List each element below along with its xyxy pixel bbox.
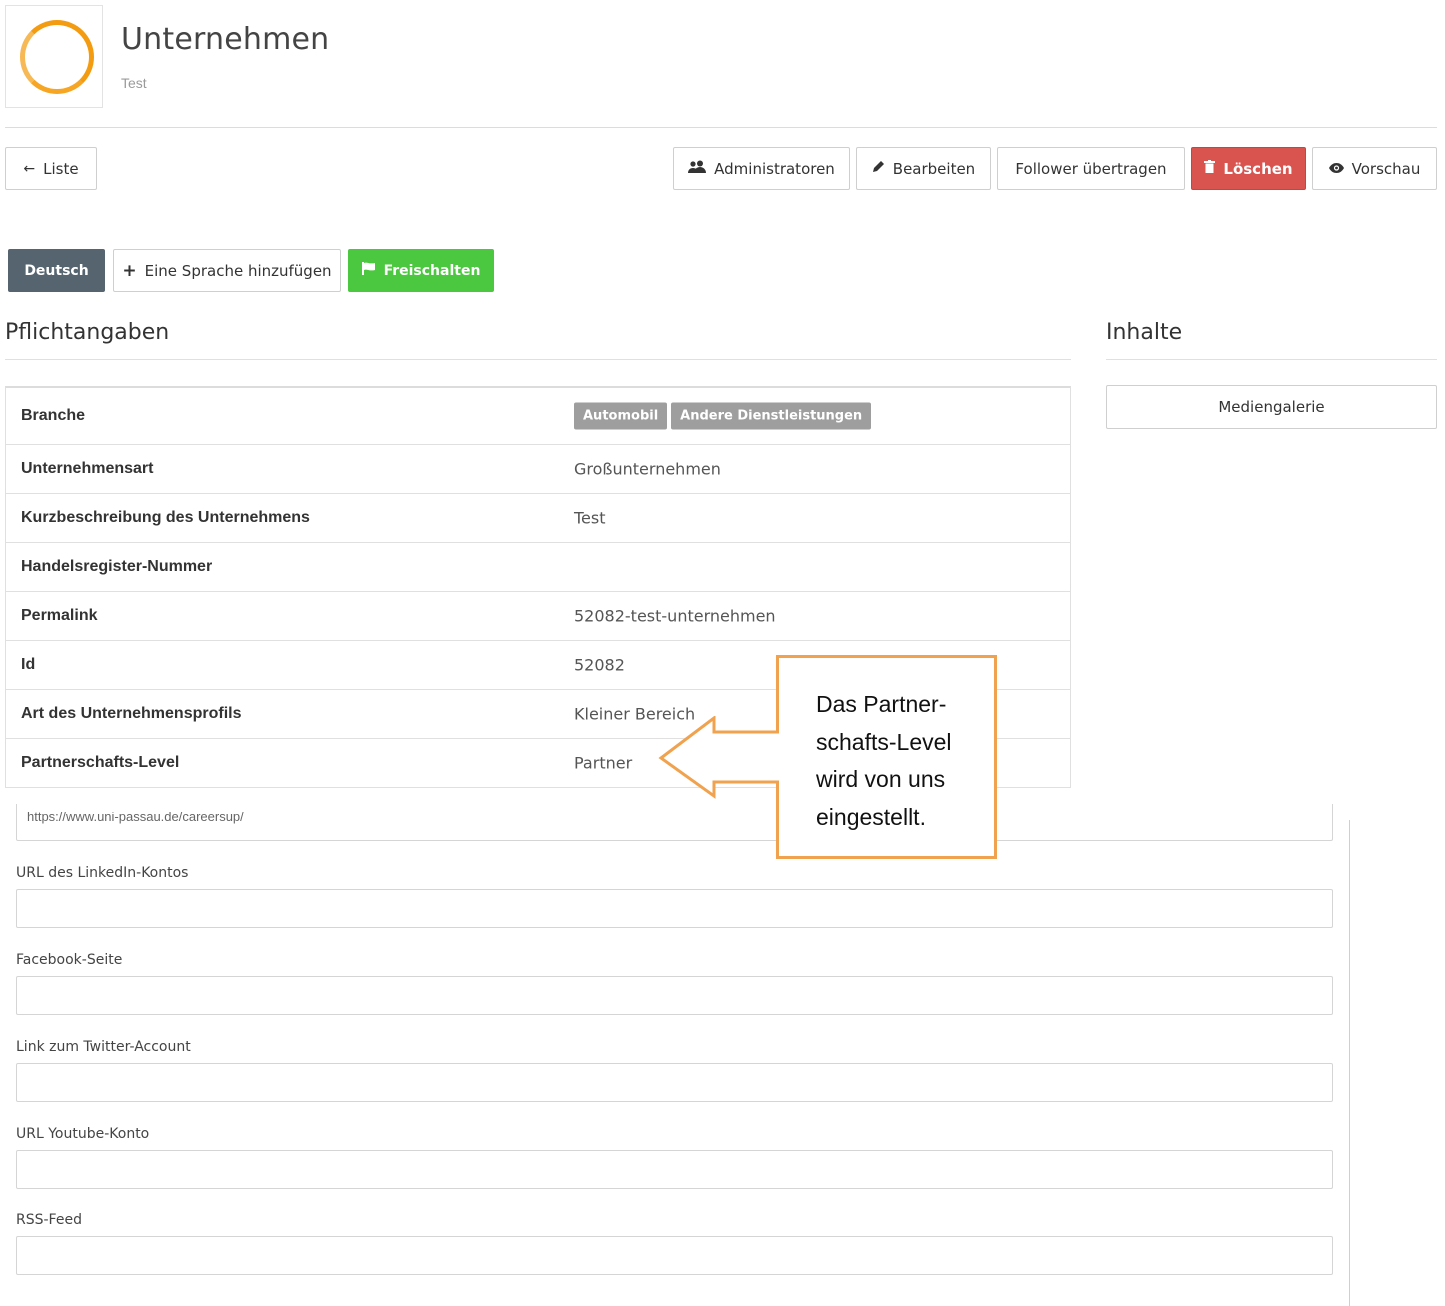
- row-label: Permalink: [21, 607, 98, 624]
- linkedin-url-input[interactable]: [16, 889, 1333, 928]
- plus-icon: +: [122, 260, 137, 281]
- facebook-page-input[interactable]: [16, 976, 1333, 1015]
- table-row: Kurzbeschreibung des Unternehmens Test: [6, 493, 1070, 542]
- row-label: Handelsregister-Nummer: [21, 558, 213, 575]
- row-label-branche: Branche: [21, 407, 86, 424]
- callout-line: Das Partner-: [816, 691, 947, 717]
- row-label: Unternehmensart: [21, 460, 154, 477]
- media-gallery-button[interactable]: Mediengalerie: [1106, 385, 1437, 429]
- back-to-list-button[interactable]: ← Liste: [5, 147, 97, 190]
- trash-icon: [1204, 160, 1216, 177]
- youtube-url-label: URL Youtube-Konto: [16, 1126, 150, 1142]
- row-label: Kurzbeschreibung des Unternehmens: [21, 509, 310, 526]
- youtube-url-input[interactable]: [16, 1150, 1333, 1189]
- content-section-title: Inhalte: [1106, 320, 1183, 345]
- pencil-icon: [872, 160, 885, 177]
- transfer-followers-button[interactable]: Follower übertragen: [997, 147, 1185, 190]
- page-subtitle: Test: [121, 75, 147, 91]
- delete-button[interactable]: Löschen: [1191, 147, 1306, 190]
- industry-tag: Automobil: [574, 402, 668, 430]
- form-panel-border: [1349, 820, 1350, 1306]
- add-language-label: Eine Sprache hinzufügen: [144, 261, 332, 280]
- table-row: Unternehmensart Großunternehmen: [6, 444, 1070, 493]
- delete-label: Löschen: [1223, 159, 1293, 178]
- publish-button[interactable]: Freischalten: [348, 249, 494, 292]
- row-value: 52082-test-unternehmen: [574, 606, 776, 626]
- rss-feed-label: RSS-Feed: [16, 1212, 82, 1228]
- row-value: Großunternehmen: [574, 459, 721, 479]
- eye-icon: [1328, 161, 1344, 177]
- media-gallery-label: Mediengalerie: [1218, 398, 1325, 416]
- row-label: Art des Unternehmensprofils: [21, 705, 242, 722]
- rss-feed-input[interactable]: [16, 1236, 1333, 1275]
- table-row: Permalink 52082-test-unternehmen: [6, 591, 1070, 640]
- industry-tag: Andere Dienstleistungen: [671, 402, 872, 430]
- row-label: Id: [21, 656, 36, 673]
- row-value: Partner: [574, 753, 633, 773]
- users-icon: [688, 160, 707, 178]
- arrow-left-icon: ←: [23, 160, 36, 177]
- callout-line: eingestellt.: [816, 803, 926, 830]
- row-value: 52082: [574, 655, 625, 675]
- back-to-list-label: Liste: [43, 159, 79, 178]
- administrators-label: Administratoren: [714, 159, 835, 178]
- required-section-divider: [5, 359, 1071, 360]
- annotation-callout: Das Partner- schafts-Level wird von uns …: [776, 655, 997, 859]
- transfer-followers-label: Follower übertragen: [1015, 159, 1167, 178]
- language-tab-deutsch[interactable]: Deutsch: [8, 249, 105, 292]
- twitter-account-label: Link zum Twitter-Account: [16, 1039, 191, 1055]
- header-divider: [5, 127, 1437, 128]
- page-title: Unternehmen: [121, 22, 330, 57]
- publish-label: Freischalten: [383, 262, 481, 279]
- callout-line: wird von uns: [816, 766, 946, 792]
- row-value: Test: [574, 508, 606, 528]
- branche-tags: Automobil Andere Dienstleistungen: [574, 402, 875, 430]
- table-row: Handelsregister-Nummer: [6, 542, 1070, 591]
- preview-label: Vorschau: [1351, 159, 1421, 178]
- ring-logo-icon: [20, 20, 94, 94]
- required-section-title: Pflichtangaben: [5, 320, 170, 345]
- linkedin-url-label: URL des LinkedIn-Kontos: [16, 865, 189, 881]
- callout-arrow-icon: [658, 716, 779, 799]
- content-section-divider: [1106, 359, 1437, 360]
- twitter-account-input[interactable]: [16, 1063, 1333, 1102]
- facebook-page-label: Facebook-Seite: [16, 952, 123, 968]
- add-language-button[interactable]: + Eine Sprache hinzufügen: [113, 249, 341, 292]
- row-label: Partnerschafts-Level: [21, 754, 180, 771]
- administrators-button[interactable]: Administratoren: [673, 147, 850, 190]
- company-logo: [5, 5, 103, 108]
- edit-label: Bearbeiten: [892, 159, 976, 178]
- preview-button[interactable]: Vorschau: [1312, 147, 1437, 190]
- callout-line: schafts-Level: [816, 728, 952, 755]
- table-row: Branche Automobil Andere Dienstleistungen: [6, 388, 1070, 444]
- website-url-value: https://www.uni-passau.de/careersup/: [27, 812, 244, 824]
- edit-button[interactable]: Bearbeiten: [856, 147, 991, 190]
- language-tab-label: Deutsch: [24, 262, 89, 279]
- flag-icon: [361, 262, 376, 279]
